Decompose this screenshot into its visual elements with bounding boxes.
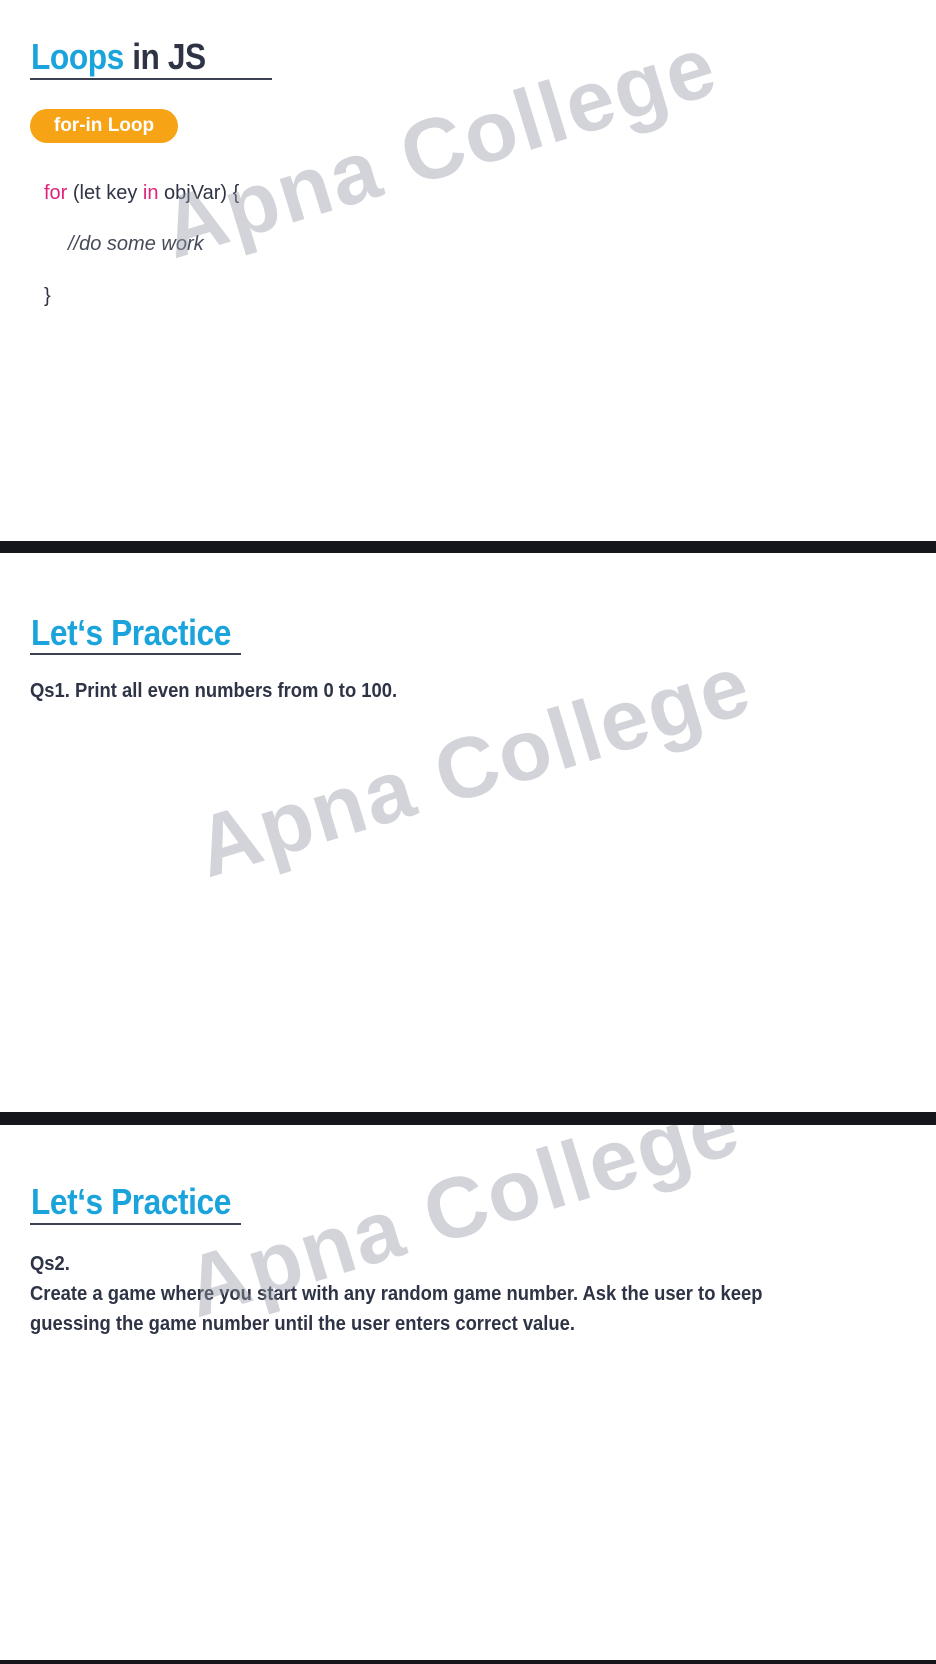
- slide-divider: [0, 541, 936, 553]
- code-line-1: for (let key in objVar) {: [44, 182, 239, 205]
- code-fragment: (let key: [67, 182, 143, 204]
- slide-title: Let‘s Practice: [31, 612, 231, 653]
- code-comment: //do some work: [68, 233, 204, 255]
- keyword-for: for: [44, 182, 68, 204]
- slide-practice-1: Let‘s Practice Qs1. Print all even numbe…: [0, 553, 936, 1112]
- slide-title: Let‘s Practice: [31, 1181, 231, 1222]
- watermark: Apna College: [185, 636, 762, 897]
- title-underline: [30, 78, 272, 80]
- question-2-line-1: Create a game where you start with any r…: [30, 1283, 763, 1305]
- title-highlight: Loops: [31, 36, 124, 77]
- slide-loops-in-js: Loops in JS for-in Loop for (let key in …: [0, 0, 936, 541]
- slide-divider: [0, 1660, 936, 1664]
- question-1: Qs1. Print all even numbers from 0 to 10…: [30, 680, 398, 702]
- title-underline: [30, 653, 241, 655]
- keyword-in: in: [142, 182, 159, 204]
- question-2-line-2: guessing the game number until the user …: [30, 1313, 575, 1335]
- code-fragment: objVar) {: [158, 182, 240, 204]
- slide-divider: [0, 1112, 936, 1125]
- title-rest: in JS: [123, 36, 206, 77]
- for-in-loop-badge: for-in Loop: [30, 109, 178, 143]
- watermark: Apna College: [174, 1125, 751, 1337]
- question-2-label: Qs2.: [30, 1253, 70, 1275]
- slide-title: Loops in JS: [31, 39, 206, 75]
- watermark: Apna College: [151, 17, 728, 278]
- code-closing-brace: }: [44, 285, 51, 307]
- slide-practice-2: Let‘s Practice Qs2. Create a game where …: [0, 1125, 936, 1660]
- title-underline: [30, 1223, 241, 1225]
